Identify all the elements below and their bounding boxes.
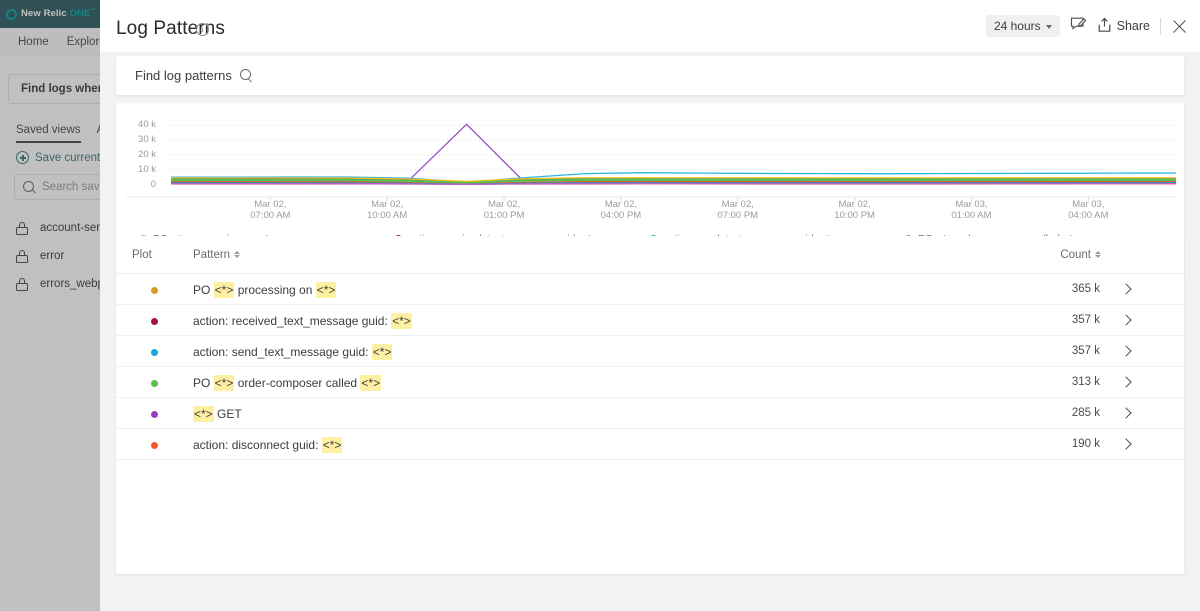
plot-color-dot[interactable]: [151, 411, 158, 418]
chevron-right-icon[interactable]: [1122, 376, 1131, 389]
time-range-label: 24 hours: [994, 19, 1041, 33]
log-patterns-table: Plot Pattern Count PO <*> processing on …: [116, 236, 1184, 574]
table-header: Plot Pattern Count: [116, 236, 1184, 274]
count-value: 285 k: [1072, 407, 1100, 419]
header-actions: 24 hours: [986, 13, 1188, 39]
close-icon[interactable]: [1171, 18, 1188, 35]
share-icon: [1097, 17, 1112, 36]
count-value: 190 k: [1072, 438, 1100, 450]
share-button[interactable]: Share: [1097, 17, 1150, 36]
plot-color-dot[interactable]: [151, 442, 158, 449]
column-header-plot: Plot: [132, 249, 152, 261]
time-range-picker[interactable]: 24 hours: [986, 15, 1060, 37]
count-value: 357 k: [1072, 314, 1100, 326]
x-axis-tick: Mar 03,04:00 AM: [1048, 199, 1128, 221]
table-row[interactable]: PO <*> processing on <*> 365 k: [116, 274, 1184, 305]
search-input[interactable]: Find log patterns: [135, 68, 232, 83]
divider: [1160, 18, 1161, 35]
x-axis-tick: Mar 02,01:00 PM: [464, 199, 544, 221]
feedback-icon[interactable]: [1070, 16, 1087, 37]
sort-icon: [234, 251, 240, 258]
column-header-count[interactable]: Count: [1060, 249, 1101, 261]
chevron-down-icon: [1046, 25, 1052, 29]
x-axis-tick: Mar 02,07:00 PM: [698, 199, 778, 221]
pattern-text: <*> GET: [193, 407, 242, 421]
plot-color-dot[interactable]: [151, 318, 158, 325]
chart-series-line: [171, 124, 1176, 183]
x-axis-tick: Mar 02,10:00 AM: [347, 199, 427, 221]
search-icon[interactable]: [240, 69, 253, 82]
chevron-right-icon[interactable]: [1122, 345, 1131, 358]
sort-icon: [1095, 251, 1101, 258]
pattern-text: action: received_text_message guid: <*>: [193, 314, 412, 328]
pattern-text: PO <*> order-composer called <*>: [193, 376, 381, 390]
pattern-text: action: disconnect guid: <*>: [193, 438, 342, 452]
share-label: Share: [1117, 19, 1150, 33]
pattern-text: action: send_text_message guid: <*>: [193, 345, 392, 359]
table-row[interactable]: PO <*> order-composer called <*> 313 k: [116, 367, 1184, 398]
count-value: 365 k: [1072, 283, 1100, 295]
x-axis-tick: Mar 02,07:00 AM: [230, 199, 310, 221]
count-value: 357 k: [1072, 345, 1100, 357]
column-header-pattern[interactable]: Pattern: [193, 249, 240, 261]
table-row[interactable]: action: send_text_message guid: <*> 357 k: [116, 336, 1184, 367]
x-axis-tick: Mar 02,10:00 PM: [815, 199, 895, 221]
plot-color-dot[interactable]: [151, 380, 158, 387]
chevron-right-icon[interactable]: [1122, 314, 1131, 327]
find-log-patterns-search[interactable]: Find log patterns: [116, 56, 1184, 95]
x-axis-tick: Mar 02,04:00 PM: [581, 199, 661, 221]
log-patterns-modal: Log Patterns i 24 hours: [100, 0, 1200, 611]
x-axis-tick: Mar 03,01:00 AM: [931, 199, 1011, 221]
table-row[interactable]: <*> GET 285 k: [116, 398, 1184, 429]
table-row[interactable]: action: disconnect guid: <*> 190 k: [116, 429, 1184, 460]
count-value: 313 k: [1072, 376, 1100, 388]
table-row[interactable]: action: received_text_message guid: <*> 3…: [116, 305, 1184, 336]
modal-dim-overlay[interactable]: [0, 0, 100, 611]
plot-color-dot[interactable]: [151, 287, 158, 294]
plot-color-dot[interactable]: [151, 349, 158, 356]
modal-header: Log Patterns i 24 hours: [100, 0, 1200, 52]
info-icon[interactable]: i: [196, 23, 209, 36]
chevron-right-icon[interactable]: [1122, 438, 1131, 451]
chevron-right-icon[interactable]: [1122, 407, 1131, 420]
pattern-text: PO <*> processing on <*>: [193, 283, 336, 297]
chevron-right-icon[interactable]: [1122, 283, 1131, 296]
